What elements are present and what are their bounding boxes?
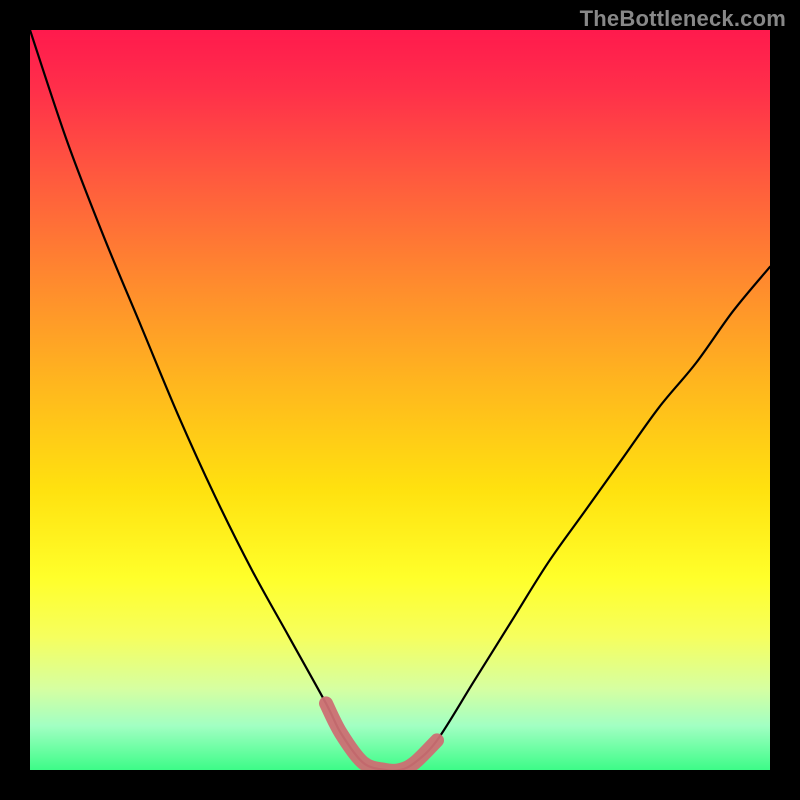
chart-frame: TheBottleneck.com [0, 0, 800, 800]
watermark-text: TheBottleneck.com [580, 6, 786, 32]
bottleneck-curve-path [30, 30, 770, 770]
chart-plot-area [30, 30, 770, 770]
chart-svg [30, 30, 770, 770]
bottleneck-curve-highlight [326, 703, 437, 770]
